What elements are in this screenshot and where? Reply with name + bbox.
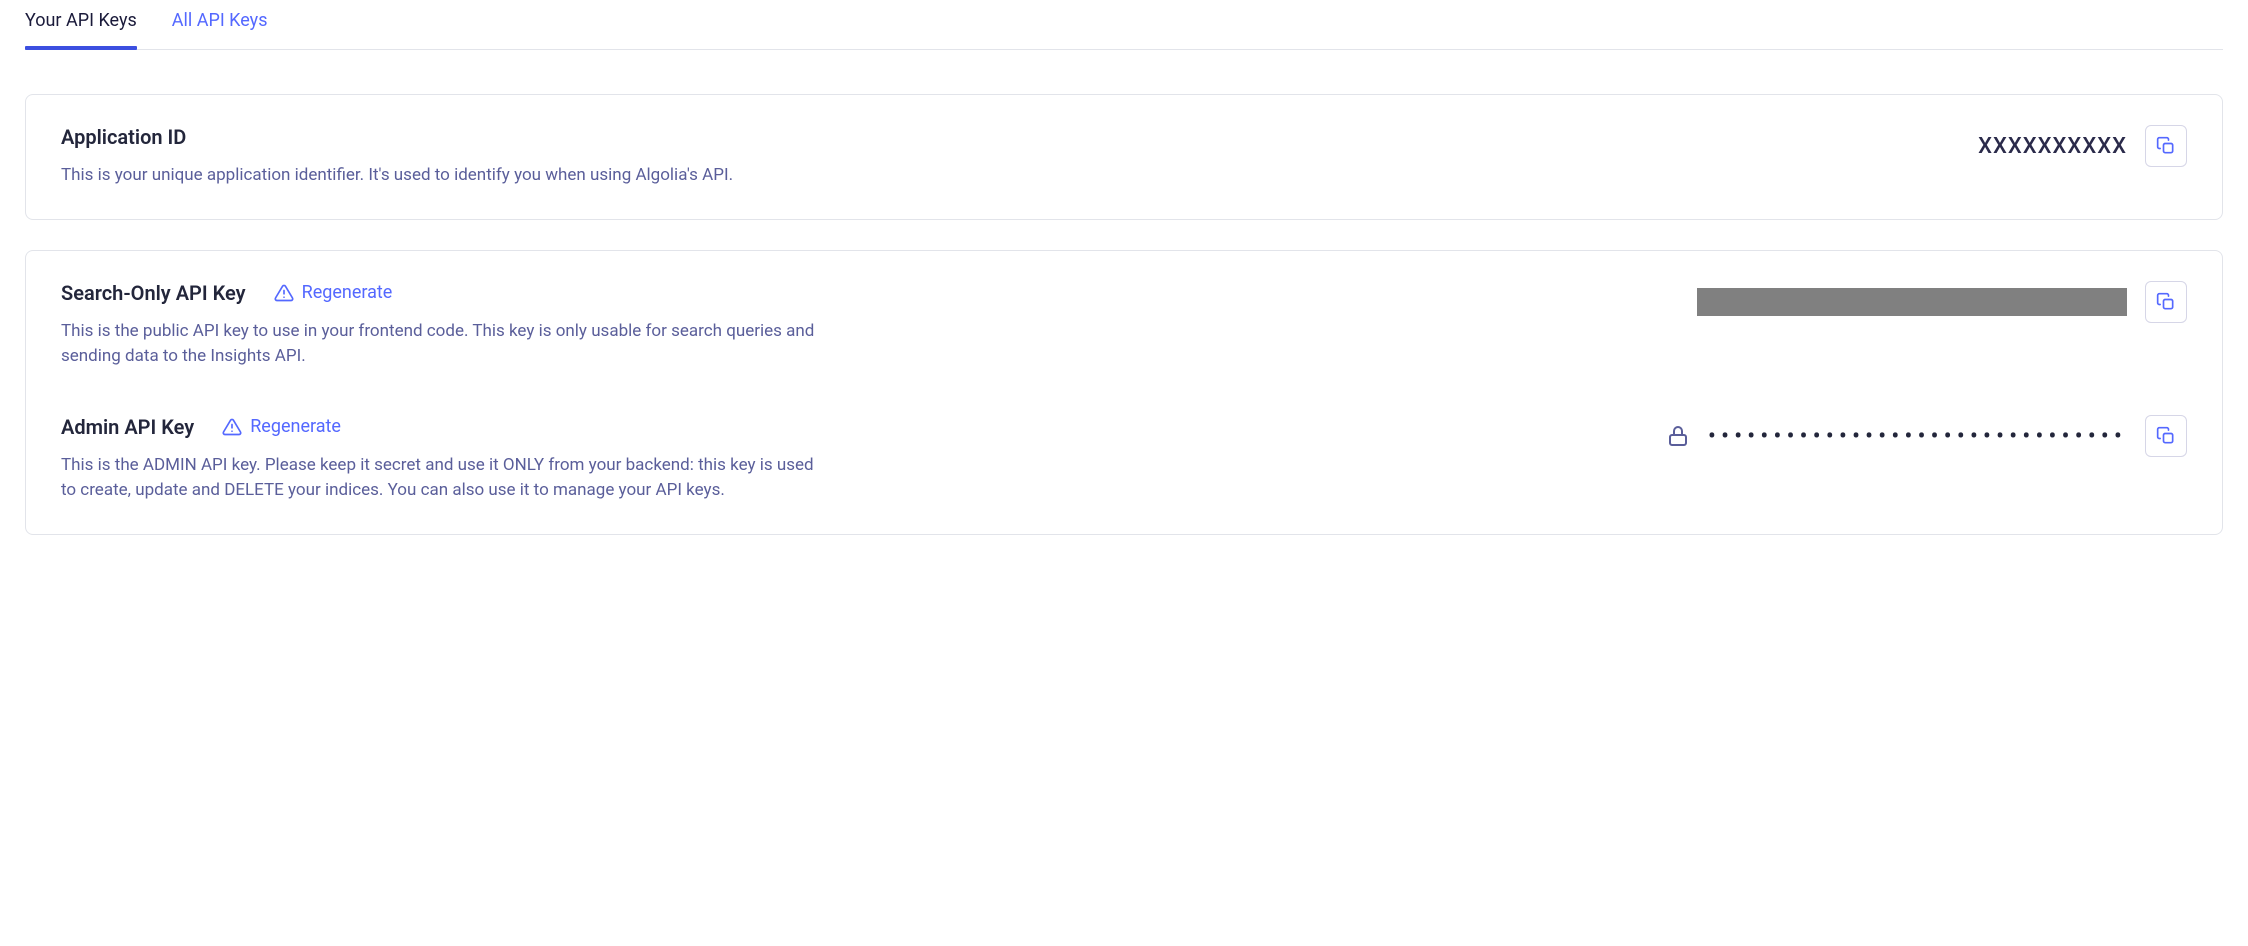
admin-key-value-masked: •••••••••••••••••••••••••••••••• xyxy=(1708,422,2127,450)
application-id-card: Application ID This is your unique appli… xyxy=(25,94,2223,220)
copy-admin-key-button[interactable] xyxy=(2145,415,2187,457)
application-id-value: XXXXXXXXXX xyxy=(1978,134,2127,159)
warning-icon xyxy=(274,283,294,303)
copy-search-key-button[interactable] xyxy=(2145,281,2187,323)
search-only-key-description: This is the public API key to use in you… xyxy=(61,319,821,370)
regenerate-label: Regenerate xyxy=(302,282,393,303)
tabs-bar: Your API Keys All API Keys xyxy=(25,0,2223,50)
copy-icon xyxy=(2156,136,2176,156)
regenerate-label: Regenerate xyxy=(250,416,341,437)
application-id-description: This is your unique application identifi… xyxy=(61,163,821,189)
copy-icon xyxy=(2156,292,2176,312)
regenerate-admin-key-link[interactable]: Regenerate xyxy=(222,416,341,437)
copy-application-id-button[interactable] xyxy=(2145,125,2187,167)
tab-your-api-keys[interactable]: Your API Keys xyxy=(25,10,137,49)
search-only-key-row: Search-Only API Key Regenerate This is t… xyxy=(61,281,2187,370)
copy-icon xyxy=(2156,426,2176,446)
lock-icon xyxy=(1666,424,1690,448)
search-only-key-title: Search-Only API Key xyxy=(61,281,246,305)
warning-icon xyxy=(222,417,242,437)
admin-key-row: Admin API Key Regenerate This is the ADM… xyxy=(61,415,2187,504)
application-id-title: Application ID xyxy=(61,125,186,149)
regenerate-search-key-link[interactable]: Regenerate xyxy=(274,282,393,303)
tab-all-api-keys[interactable]: All API Keys xyxy=(172,10,268,49)
api-keys-card: Search-Only API Key Regenerate This is t… xyxy=(25,250,2223,535)
search-only-key-value-masked xyxy=(1697,288,2127,316)
admin-key-description: This is the ADMIN API key. Please keep i… xyxy=(61,453,821,504)
admin-key-title: Admin API Key xyxy=(61,415,194,439)
